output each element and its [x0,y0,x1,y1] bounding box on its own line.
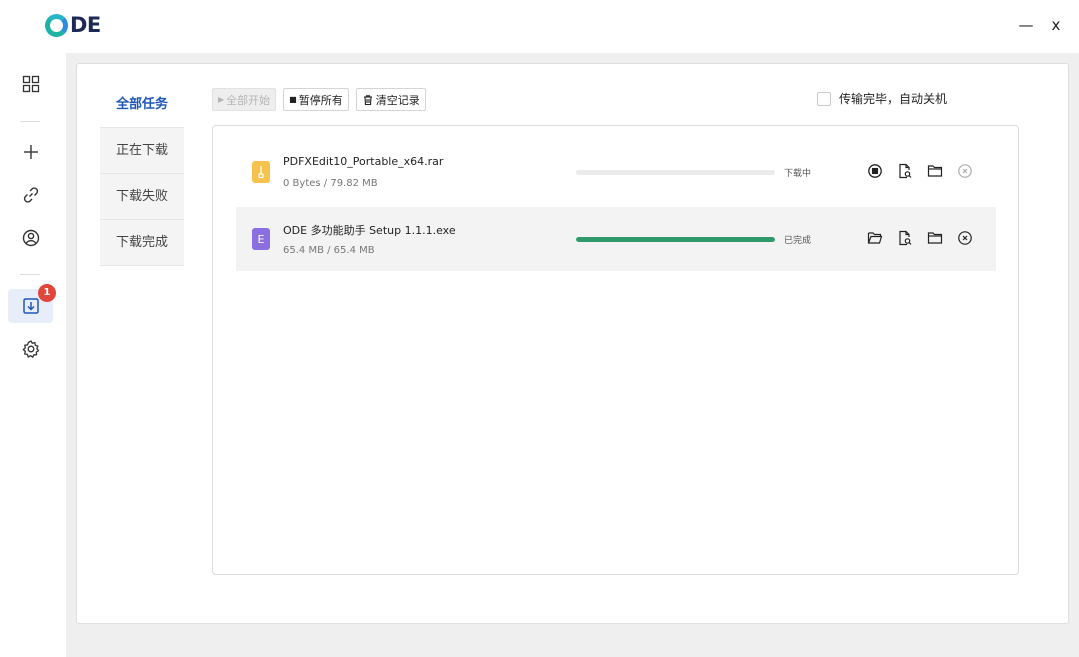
tab-completed[interactable]: 下载完成 [100,220,184,266]
stop-download-button[interactable] [866,162,884,180]
stop-circle-icon [868,164,882,178]
file-search-icon [899,163,912,179]
add-icon [23,145,38,159]
delete-task-button[interactable] [956,229,974,247]
link-icon [23,187,38,203]
progress-fill [576,237,775,242]
auto-shutdown-label: 传输完毕，自动关机 [839,92,948,106]
content-area: 全部任务 正在下载 下载失败 下载完成 ▶ 全部开始 ■ 暂停所有 清空记录 传… [66,53,1079,657]
file-name: ODE 多功能助手 Setup 1.1.1.exe [283,224,456,237]
auto-shutdown-option: 传输完毕，自动关机 [817,90,947,107]
folder-icon [927,232,943,244]
tab-all-tasks[interactable]: 全部任务 [100,82,184,128]
nav-divider [20,274,40,275]
folder-icon [927,165,943,177]
close-button[interactable]: x [1046,15,1066,35]
rar-file-icon [252,161,270,183]
stop-icon: ■ [289,95,297,104]
nav-settings[interactable] [8,332,53,366]
nav-apps[interactable] [8,67,53,101]
start-all-button[interactable]: ▶ 全部开始 [212,88,277,111]
progress-bar [576,237,775,242]
toolbar: ▶ 全部开始 ■ 暂停所有 清空记录 [212,88,426,111]
download-status: 已完成 [784,236,812,246]
file-size: 65.4 MB / 65.4 MB [283,245,375,256]
download-count-badge: 1 [38,284,56,302]
play-icon: ▶ [218,95,225,104]
gear-icon [22,340,39,358]
progress-bar [576,170,775,175]
download-row[interactable]: PDFXEdit10_Portable_x64.rar 0 Bytes / 79… [236,140,996,204]
title-bar: DE — x [0,0,1079,53]
pause-all-button[interactable]: ■ 暂停所有 [283,88,349,111]
download-status: 下载中 [784,169,812,179]
clear-records-label: 清空记录 [375,93,420,107]
nav-user[interactable] [8,221,53,255]
file-size: 0 Bytes / 79.82 MB [283,178,378,189]
delete-task-button[interactable] [956,162,974,180]
logo-ring-icon [45,13,68,37]
nav-divider [20,121,40,122]
nav-link[interactable] [8,178,53,212]
app-logo: DE [45,13,101,37]
pause-all-label: 暂停所有 [298,93,343,107]
row-actions [866,229,974,247]
clear-records-button[interactable]: 清空记录 [355,88,426,111]
file-search-icon [899,230,912,246]
folder-open-icon [867,232,883,244]
auto-shutdown-checkbox[interactable] [817,91,831,106]
download-manager-card: 全部任务 正在下载 下载失败 下载完成 ▶ 全部开始 ■ 暂停所有 清空记录 传… [76,63,1069,624]
view-file-button[interactable] [896,229,914,247]
left-nav: 1 [0,53,66,657]
row-actions [866,162,974,180]
download-list: PDFXEdit10_Portable_x64.rar 0 Bytes / 79… [212,125,1019,575]
logo-text: DE [70,13,101,37]
tab-downloading[interactable]: 正在下载 [100,128,184,174]
trash-icon [363,94,372,105]
open-folder-button[interactable] [926,229,944,247]
nav-add[interactable] [8,135,53,169]
tab-failed[interactable]: 下载失败 [100,174,184,220]
close-circle-icon [958,231,972,245]
task-tabs: 全部任务 正在下载 下载失败 下载完成 [100,82,184,266]
view-file-button[interactable] [896,162,914,180]
download-icon [22,298,39,314]
apps-icon [22,75,39,93]
exe-file-icon: E [252,228,270,250]
open-folder-button[interactable] [926,162,944,180]
start-all-label: 全部开始 [226,93,271,107]
nav-downloads[interactable]: 1 [8,284,56,323]
close-circle-icon [958,164,972,178]
minimize-button[interactable]: — [1016,15,1036,35]
download-row[interactable]: E ODE 多功能助手 Setup 1.1.1.exe 65.4 MB / 65… [236,207,996,271]
open-file-location-button[interactable] [866,229,884,247]
file-name: PDFXEdit10_Portable_x64.rar [283,155,444,168]
user-icon [22,229,39,247]
